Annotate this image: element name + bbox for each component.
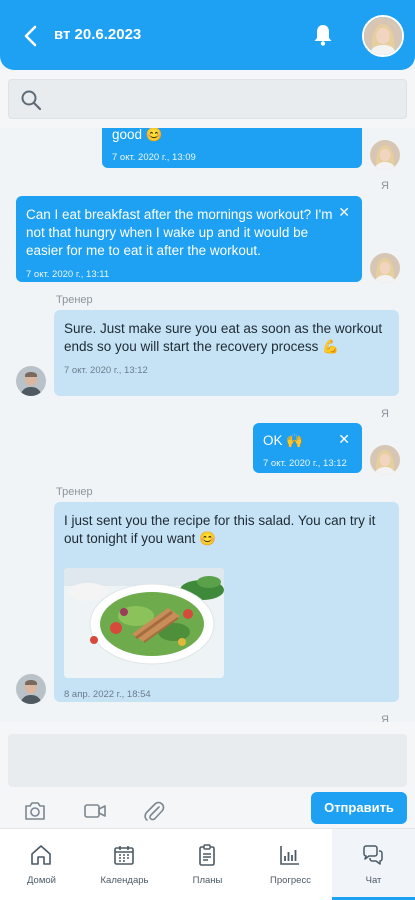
tab-label: Прогресс: [270, 875, 311, 886]
my-avatar: [370, 253, 400, 283]
sender-label: Тренер: [56, 486, 93, 498]
attachment-icon[interactable]: [141, 798, 167, 824]
search-area: [0, 70, 415, 128]
tab-progress[interactable]: Прогресс: [249, 829, 332, 900]
user-avatar[interactable]: [362, 15, 404, 57]
message-time: 8 апр. 2022 г., 18:54: [64, 689, 151, 700]
search-input[interactable]: [8, 79, 407, 119]
chart-icon: [280, 846, 299, 865]
message-bubble-outgoing[interactable]: Can I eat breakfast after the mornings w…: [16, 196, 362, 282]
back-arrow-icon[interactable]: [20, 22, 42, 50]
message-text: Can I eat breakfast after the mornings w…: [26, 207, 333, 258]
chat-icon: [363, 845, 383, 865]
my-avatar: [370, 140, 400, 170]
my-avatar: [370, 445, 400, 475]
camera-icon[interactable]: [22, 798, 48, 824]
bottom-tab-bar: Домой Календарь Планы Прогресс Чат: [0, 828, 415, 900]
tab-label: Чат: [365, 875, 382, 886]
tab-home[interactable]: Домой: [0, 829, 83, 900]
delete-message-icon[interactable]: ✕: [338, 432, 350, 446]
message-bubble-incoming[interactable]: Sure. Just make sure you eat as soon as …: [54, 310, 399, 396]
app-header: вт 20.6.2023: [0, 0, 415, 70]
header-date-title: вт 20.6.2023: [54, 26, 142, 43]
message-bubble-outgoing[interactable]: OK 🙌 7 окт. 2020 г., 13:12 ✕: [253, 423, 362, 473]
message-time: 7 окт. 2020 г., 13:12: [263, 458, 347, 469]
search-icon: [21, 90, 42, 111]
clipboard-icon: [199, 844, 215, 866]
message-composer: Отправить: [0, 722, 415, 828]
trainer-avatar: [16, 674, 46, 704]
message-text: I just sent you the recipe for this sala…: [64, 513, 376, 546]
message-bubble-incoming[interactable]: I just sent you the recipe for this sala…: [54, 502, 399, 702]
tab-label: Календарь: [100, 875, 149, 886]
send-button[interactable]: Отправить: [311, 792, 407, 824]
salad-photo[interactable]: [64, 568, 224, 678]
trainer-avatar: [16, 366, 46, 396]
sender-label: Я: [381, 714, 389, 722]
message-text: good 😊: [112, 128, 163, 142]
video-icon[interactable]: [82, 798, 108, 824]
message-time: 7 окт. 2020 г., 13:09: [112, 152, 196, 163]
tab-calendar[interactable]: Календарь: [83, 829, 166, 900]
tab-chat[interactable]: Чат: [332, 829, 415, 900]
message-time: 7 окт. 2020 г., 13:11: [26, 269, 110, 280]
sender-label: Я: [381, 180, 389, 192]
tab-plans[interactable]: Планы: [166, 829, 249, 900]
sender-label: Я: [381, 408, 389, 420]
tab-label: Домой: [27, 875, 56, 886]
home-icon: [31, 845, 51, 865]
delete-message-icon[interactable]: ✕: [338, 205, 350, 219]
calendar-icon: [114, 846, 134, 865]
sender-label: Тренер: [56, 294, 93, 306]
message-text: OK 🙌: [263, 433, 304, 448]
tab-label: Планы: [192, 875, 223, 886]
message-bubble-outgoing[interactable]: good 😊 7 окт. 2020 г., 13:09: [102, 128, 362, 168]
bell-icon[interactable]: [310, 22, 336, 48]
message-time: 7 окт. 2020 г., 13:12: [64, 365, 148, 376]
message-text: Sure. Just make sure you eat as soon as …: [64, 321, 383, 354]
chat-thread[interactable]: good 😊 7 окт. 2020 г., 13:09 Я Can I eat…: [0, 128, 415, 722]
message-input[interactable]: [8, 734, 407, 787]
